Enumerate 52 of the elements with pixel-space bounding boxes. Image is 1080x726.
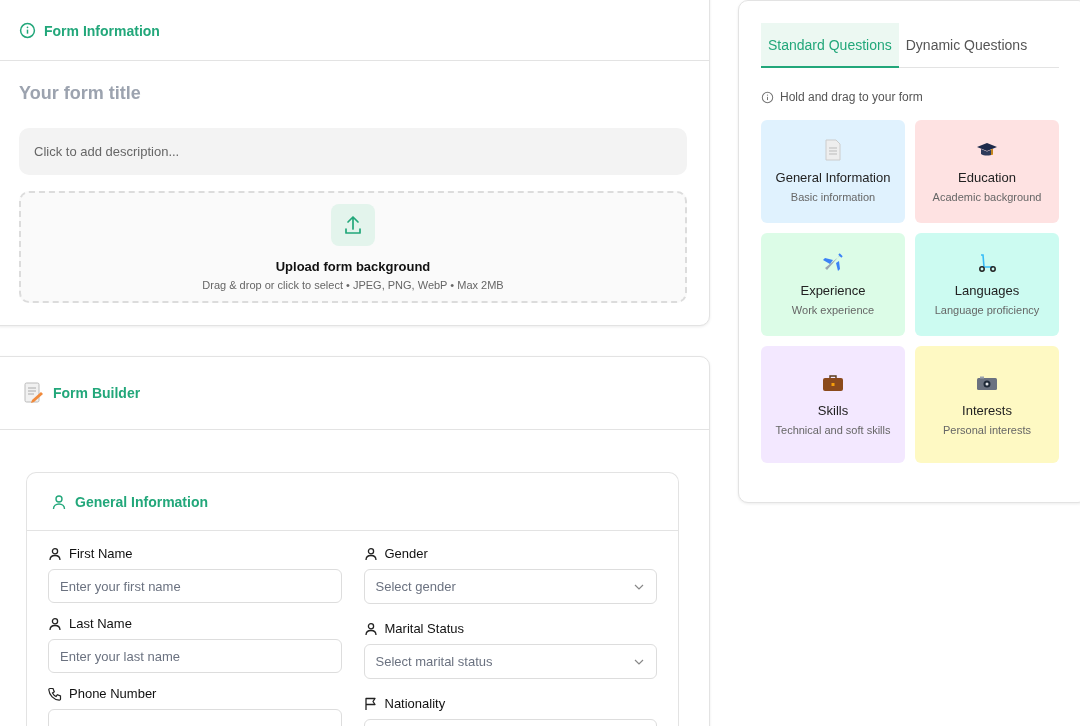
category-title: General Information	[775, 169, 891, 187]
person-icon	[363, 546, 378, 561]
category-title: Interests	[962, 402, 1012, 420]
upload-icon	[331, 204, 375, 246]
chevron-down-icon	[634, 583, 644, 590]
field-label: Phone Number	[69, 686, 157, 701]
category-subtitle: Technical and soft skills	[775, 422, 891, 437]
upload-dropzone[interactable]: Upload form background Drag & drop or click to select • JPEG, PNG, WebP • Max 2MB	[19, 191, 687, 303]
category-title: Experience	[800, 282, 866, 300]
category-subtitle: Academic background	[932, 189, 1042, 204]
card-title: Form Information	[44, 22, 160, 39]
card-title: Form Builder	[53, 385, 141, 401]
phone-icon	[48, 686, 62, 701]
select-field[interactable]: Select gender	[363, 569, 657, 604]
category-card[interactable]: Interests Personal interests	[915, 346, 1059, 463]
description-field[interactable]: Click to add description...	[19, 128, 687, 175]
text-field[interactable]: Enter your last name	[48, 639, 342, 673]
category-card[interactable]: General Information Basic information	[761, 120, 905, 223]
document-icon	[822, 139, 844, 162]
category-subtitle: Personal interests	[942, 422, 1031, 437]
document-pencil-icon	[23, 382, 45, 404]
field-label: Gender	[384, 546, 428, 561]
flag-icon	[363, 696, 378, 711]
category-title: Skills	[817, 402, 849, 420]
category-subtitle: Work experience	[791, 302, 875, 317]
upload-hint: Drag & drop or click to select • JPEG, PNG, WebP • Max 2MB	[202, 279, 504, 291]
field-label: First Name	[69, 546, 133, 561]
category-card[interactable]: Education Academic background	[915, 120, 1059, 223]
scooter-icon	[976, 252, 998, 275]
field-label: Nationality	[384, 696, 446, 711]
field-label: Marital Status	[384, 621, 464, 636]
info-icon	[19, 22, 36, 39]
person-icon	[48, 546, 62, 561]
category-card[interactable]: Skills Technical and soft skills	[761, 346, 905, 463]
text-field[interactable]: Enter your first name	[48, 569, 342, 603]
category-card[interactable]: Experience Work experience	[761, 233, 905, 336]
chevron-down-icon	[634, 658, 644, 665]
person-icon	[48, 616, 62, 631]
category-subtitle: Language proficiency	[934, 302, 1040, 317]
person-icon	[363, 621, 378, 636]
category-title: Languages	[954, 282, 1020, 300]
category-title: Education	[958, 169, 1016, 187]
info-icon	[761, 90, 774, 104]
category-card[interactable]: Languages Language proficiency	[915, 233, 1059, 336]
upload-title: Upload form background	[275, 259, 431, 274]
category-subtitle: Basic information	[790, 189, 876, 204]
person-icon	[51, 493, 67, 510]
hint-text: Hold and drag to your form	[780, 90, 923, 104]
field-label: Last Name	[69, 616, 132, 631]
select-field[interactable]: Select marital status	[363, 644, 657, 679]
tab[interactable]: Dynamic Questions	[898, 23, 1035, 68]
section-title: General Information	[75, 493, 209, 510]
